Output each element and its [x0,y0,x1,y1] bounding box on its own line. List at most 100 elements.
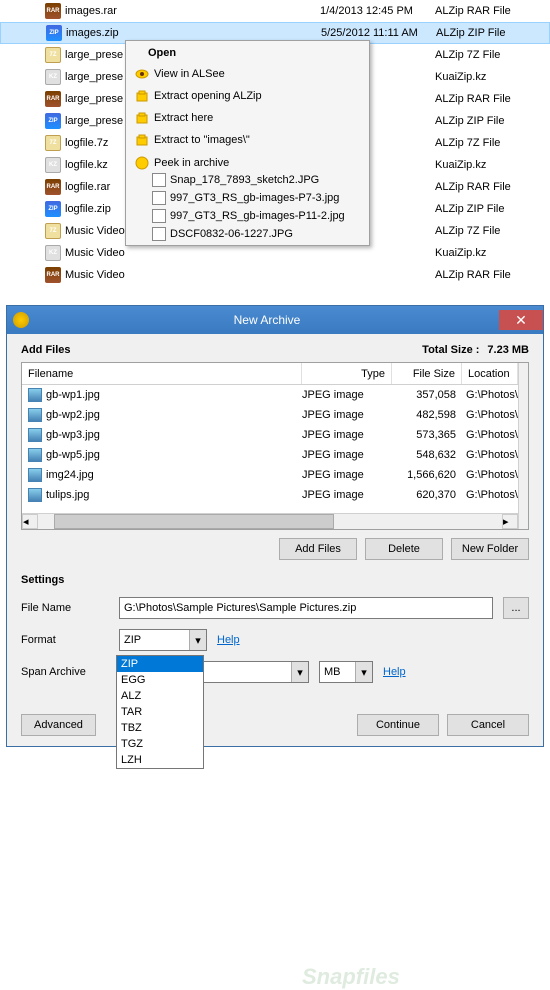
advanced-button[interactable]: Advanced [21,714,96,736]
rar-file-icon: RAR [45,3,61,19]
table-row[interactable]: gb-wp5.jpg JPEG image 548,632 G:\Photos\ [22,445,518,465]
menu-item-label: Extract here [154,112,213,124]
col-filesize[interactable]: File Size [392,363,462,384]
row-size: 1,566,620 [392,469,462,481]
file-date: 5/25/2012 11:11 AM [321,27,436,39]
peek-item[interactable]: 997_GT3_RS_gb-images-P11-2.jpg [148,207,367,225]
format-option[interactable]: ZIP [117,656,203,672]
row-type: JPEG image [302,489,392,501]
box-icon [134,110,150,126]
scroll-right-icon[interactable]: ▸ [502,514,518,529]
add-files-button[interactable]: Add Files [279,538,357,560]
delete-button[interactable]: Delete [365,538,443,560]
format-option[interactable]: ALZ [117,688,203,704]
zip-file-icon: ZIP [45,201,61,217]
file-icon [152,191,166,205]
format-select[interactable]: ZIP ▾ [119,629,207,651]
table-row[interactable]: gb-wp2.jpg JPEG image 482,598 G:\Photos\ [22,405,518,425]
row-filename: gb-wp2.jpg [46,409,100,421]
row-filename: gb-wp3.jpg [46,429,100,441]
menu-item-label: Extract to "images\" [154,134,250,146]
new-folder-button[interactable]: New Folder [451,538,529,560]
context-menu: Open View in ALSeeExtract opening ALZipE… [125,40,370,246]
close-button[interactable]: ✕ [499,310,543,330]
cancel-button[interactable]: Cancel [447,714,529,736]
file-icon [152,209,166,223]
row-location: G:\Photos\ [462,469,518,481]
jpeg-file-icon [28,488,42,502]
file-name: images.zip [66,27,321,39]
row-filename: gb-wp1.jpg [46,389,100,401]
scroll-left-icon[interactable]: ◂ [22,514,38,529]
scroll-thumb[interactable] [54,514,334,529]
horizontal-scrollbar[interactable]: ◂ ▸ [22,513,518,529]
context-menu-item[interactable]: View in ALSee [128,63,367,85]
row-location: G:\Photos\ [462,409,518,421]
peek-item[interactable]: DSCF0832-06-1227.JPG [148,225,367,243]
peek-icon [134,155,150,171]
table-row[interactable]: tulips.jpg JPEG image 620,370 G:\Photos\ [22,485,518,505]
file-type: ALZip 7Z File [435,137,550,149]
format-label: Format [21,634,109,646]
row-size: 548,632 [392,449,462,461]
file-type: ALZip 7Z File [435,225,550,237]
box-icon [134,132,150,148]
file-type: ALZip RAR File [435,181,550,193]
vertical-scrollbar[interactable] [518,363,528,529]
row-location: G:\Photos\ [462,389,518,401]
format-option[interactable]: TBZ [117,720,203,736]
row-size: 620,370 [392,489,462,501]
jpeg-file-icon [28,388,42,402]
grid-header[interactable]: Filename Type File Size Location [22,363,518,385]
7z-file-icon: 7Z [45,47,61,63]
col-location[interactable]: Location [462,363,518,384]
span-unit-select[interactable]: MB ▾ [319,661,373,683]
context-menu-item[interactable]: Extract here [128,107,367,129]
col-type[interactable]: Type [302,363,392,384]
format-option[interactable]: TGZ [117,736,203,752]
7z-file-icon: 7Z [45,223,61,239]
app-icon [13,312,29,328]
file-row[interactable]: RAR images.rar 1/4/2013 12:45 PM ALZip R… [0,0,550,22]
file-row[interactable]: RAR Music Video ALZip RAR File [0,264,550,286]
file-type: ALZip ZIP File [436,27,549,39]
context-menu-item[interactable]: Extract to "images\" [128,129,367,151]
peek-item[interactable]: 997_GT3_RS_gb-images-P7-3.jpg [148,189,367,207]
rar-file-icon: RAR [45,179,61,195]
file-type: ALZip RAR File [435,5,550,17]
format-option[interactable]: TAR [117,704,203,720]
format-help-link[interactable]: Help [217,634,240,646]
row-type: JPEG image [302,409,392,421]
filename-label: File Name [21,602,109,614]
kz-file-icon: KZ [45,245,61,261]
filename-input[interactable] [119,597,493,619]
file-type: ALZip 7Z File [435,49,550,61]
table-row[interactable]: img24.jpg JPEG image 1,566,620 G:\Photos… [22,465,518,485]
format-option[interactable]: LZH [117,752,203,768]
span-help-link[interactable]: Help [383,666,406,678]
peek-filename: DSCF0832-06-1227.JPG [170,228,293,240]
titlebar[interactable]: New Archive ✕ [7,306,543,334]
browse-button[interactable]: ... [503,597,529,619]
chevron-down-icon: ▾ [291,662,308,682]
row-size: 357,058 [392,389,462,401]
peek-item[interactable]: Snap_178_7893_sketch2.JPG [148,171,367,189]
table-row[interactable]: gb-wp3.jpg JPEG image 573,365 G:\Photos\ [22,425,518,445]
col-filename[interactable]: Filename [22,363,302,384]
table-row[interactable]: gb-wp1.jpg JPEG image 357,058 G:\Photos\ [22,385,518,405]
peek-filename: 997_GT3_RS_gb-images-P7-3.jpg [170,192,339,204]
add-files-heading: Add Files [21,344,422,356]
row-location: G:\Photos\ [462,449,518,461]
file-type: ALZip ZIP File [435,203,550,215]
file-type: ALZip ZIP File [435,115,550,127]
continue-button[interactable]: Continue [357,714,439,736]
chevron-down-icon: ▾ [355,662,372,682]
context-menu-item[interactable]: Extract opening ALZip [128,85,367,107]
settings-heading: Settings [7,568,543,592]
file-name: Music Video [65,269,320,281]
row-size: 573,365 [392,429,462,441]
file-type: KuaiZip.kz [435,71,550,83]
rar-file-icon: RAR [45,91,61,107]
row-type: JPEG image [302,389,392,401]
format-option[interactable]: EGG [117,672,203,688]
